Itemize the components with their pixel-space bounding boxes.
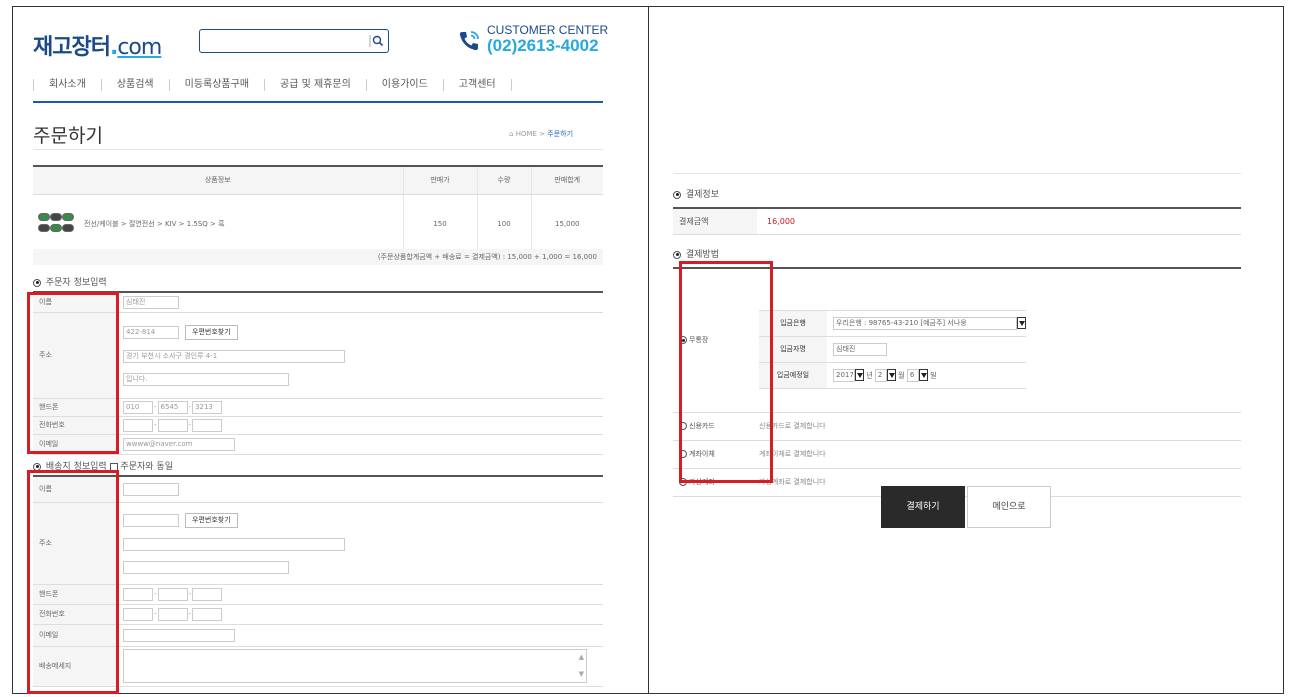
breadcrumb-separator: > <box>539 130 546 138</box>
nav-customer-center[interactable]: 고객센터 <box>442 79 511 91</box>
year-unit: 년 <box>866 371 873 380</box>
shipping-zip-search-button[interactable]: 우편번호찾기 <box>185 512 238 528</box>
shipping-mobile-2[interactable] <box>157 587 188 601</box>
col-product-info: 상품정보 <box>33 165 403 195</box>
shipping-email-input[interactable] <box>123 628 235 642</box>
breadcrumb: ⌂ HOME > 주문하기 <box>509 129 573 139</box>
payment-amount-value: 16,000 <box>757 208 1241 235</box>
product-table: 상품정보 판매가 수량 판매합계 전선/케이블 > 절연전선 > KIV > 1… <box>33 165 603 255</box>
chevron-down-icon[interactable] <box>918 369 928 382</box>
product-name[interactable]: 전선/케이블 > 절연전선 > KIV > 1.5SQ > 흑 <box>84 220 225 228</box>
orderer-zip-search-button[interactable]: 우편번호찾기 <box>185 324 238 340</box>
orderer-name-input[interactable]: 심태진 <box>123 295 179 309</box>
nav-product-search[interactable]: 상품검색 <box>100 79 169 91</box>
depositor-input[interactable]: 심태진 <box>833 342 887 356</box>
nav-unregistered-purchase[interactable]: 미등록상품구매 <box>168 79 264 91</box>
main-navigation: 회사소개 상품검색 미등록상품구매 공급 및 제휴문의 이용가이드 고객센터 <box>33 79 603 101</box>
pay-button[interactable]: 결제하기 <box>881 486 965 528</box>
col-total: 판매합계 <box>530 165 603 195</box>
shipping-address2-input[interactable] <box>123 560 289 574</box>
orderer-address1-input[interactable]: 경기 부천시 소사구 경인루 4-1 <box>123 349 345 363</box>
day-unit: 일 <box>930 371 937 380</box>
orderer-title-text: 주문자 정보입력 <box>45 278 107 288</box>
payment-top-divider <box>673 173 1241 174</box>
nav-divider <box>510 79 512 91</box>
payment-info-table: 결제금액 16,000 <box>673 207 1241 235</box>
orderer-address2-input[interactable]: 입니다. <box>123 372 289 386</box>
customer-center-phone: (02)2613-4002 <box>487 36 599 55</box>
product-price: 150 <box>402 194 477 255</box>
search-icon[interactable] <box>369 33 385 49</box>
logo-com: com <box>117 35 162 60</box>
col-qty: 수량 <box>476 165 531 195</box>
col-price: 판매가 <box>402 165 477 195</box>
bank-detail-table: 입금은행 우리은행 : 98765-43-210 [예금주] 서나웅 입금자명 … <box>759 309 1026 389</box>
orderer-phone-2[interactable] <box>157 418 188 432</box>
deposit-month-select[interactable]: 2 <box>874 368 887 382</box>
method-card-desc: 신용카드로 결제합니다 <box>757 412 1241 441</box>
shipping-phone-2[interactable] <box>157 607 188 621</box>
product-thumbnail[interactable] <box>36 211 76 237</box>
section-bullet-icon <box>673 190 681 199</box>
home-icon[interactable]: ⌂ <box>509 130 513 138</box>
nav-company[interactable]: 회사소개 <box>33 79 101 91</box>
payment-method-title-text: 결제방법 <box>685 250 719 260</box>
customer-center-label: CUSTOMER CENTER <box>487 23 609 37</box>
orderer-zip-input[interactable]: 422-814 <box>123 325 179 339</box>
shipping-mobile-3[interactable] <box>192 587 223 601</box>
highlight-box-shipping <box>27 470 119 694</box>
shipping-phone-1[interactable] <box>123 607 153 621</box>
orderer-mobile-3[interactable]: 3213 <box>192 400 223 414</box>
shipping-name-input[interactable] <box>123 482 179 496</box>
product-qty: 100 <box>476 194 531 255</box>
highlight-box-payment-method <box>679 261 773 483</box>
shipping-mobile-1[interactable] <box>123 587 153 601</box>
chevron-down-icon[interactable] <box>886 369 896 382</box>
highlight-box-orderer <box>27 292 119 454</box>
shipping-phone-3[interactable] <box>192 607 223 621</box>
bank-select[interactable]: 우리은행 : 98765-43-210 [예금주] 서나웅 <box>833 316 1017 330</box>
nav-guide[interactable]: 이용가이드 <box>365 79 443 91</box>
month-unit: 월 <box>898 371 905 380</box>
payment-panel: 결제정보 결제금액 16,000 결제방법 무통장 입금은행 우리은행 : 98… <box>648 6 1284 694</box>
deposit-year-select[interactable]: 2017 <box>833 368 855 382</box>
nav-underline <box>33 101 603 103</box>
same-as-orderer-label[interactable]: 주문자와 동일 <box>120 462 173 472</box>
phone-icon <box>459 31 479 51</box>
orderer-mobile-2[interactable]: 6545 <box>157 400 188 414</box>
logo-text: 재고장터 <box>33 35 111 60</box>
section-bullet-icon <box>673 250 681 259</box>
breadcrumb-home[interactable]: HOME <box>516 130 537 138</box>
go-main-button[interactable]: 메인으로 <box>967 486 1051 528</box>
search-input[interactable] <box>199 29 389 53</box>
order-form-panel: 재고장터.com CUSTOMER CENTER (02)2613-4002 회… <box>12 6 648 694</box>
orderer-phone-1[interactable] <box>123 418 153 432</box>
orderer-section-title: 주문자 정보입력 <box>33 275 107 288</box>
shipping-message-textarea[interactable]: ▲ ▼ <box>123 649 587 683</box>
order-summary: (주문상품합계금액 + 배송료 = 결제금액) : 15,000 + 1,000… <box>33 249 603 265</box>
table-row: 전선/케이블 > 절연전선 > KIV > 1.5SQ > 흑 150 100 … <box>33 194 603 255</box>
payment-method-title: 결제방법 <box>673 247 719 260</box>
shipping-address1-input[interactable] <box>123 537 345 551</box>
payment-info-title: 결제정보 <box>673 187 719 200</box>
orderer-email-input[interactable]: wwww@naver.com <box>123 437 235 451</box>
section-bullet-icon <box>33 278 41 287</box>
orderer-phone-3[interactable] <box>192 418 223 432</box>
title-divider <box>33 149 603 150</box>
scroll-up-icon[interactable]: ▲ <box>579 652 584 663</box>
scroll-down-icon[interactable]: ▼ <box>579 669 584 680</box>
deposit-day-select[interactable]: 6 <box>906 368 919 382</box>
nav-supply-partnership[interactable]: 공급 및 제휴문의 <box>264 79 366 91</box>
shipping-zip-input[interactable] <box>123 513 179 527</box>
orderer-mobile-1[interactable]: 010 <box>123 400 153 414</box>
method-transfer-desc: 계좌이체로 결제합니다 <box>757 440 1241 469</box>
product-total: 15,000 <box>530 194 603 255</box>
breadcrumb-current: 주문하기 <box>547 130 574 138</box>
chevron-down-icon[interactable] <box>1017 317 1026 330</box>
chevron-down-icon[interactable] <box>855 369 864 382</box>
payment-amount-label: 결제금액 <box>673 208 757 235</box>
payment-info-title-text: 결제정보 <box>685 190 719 200</box>
page-title: 주문하기 <box>33 125 103 147</box>
site-logo[interactable]: 재고장터.com <box>33 29 162 61</box>
